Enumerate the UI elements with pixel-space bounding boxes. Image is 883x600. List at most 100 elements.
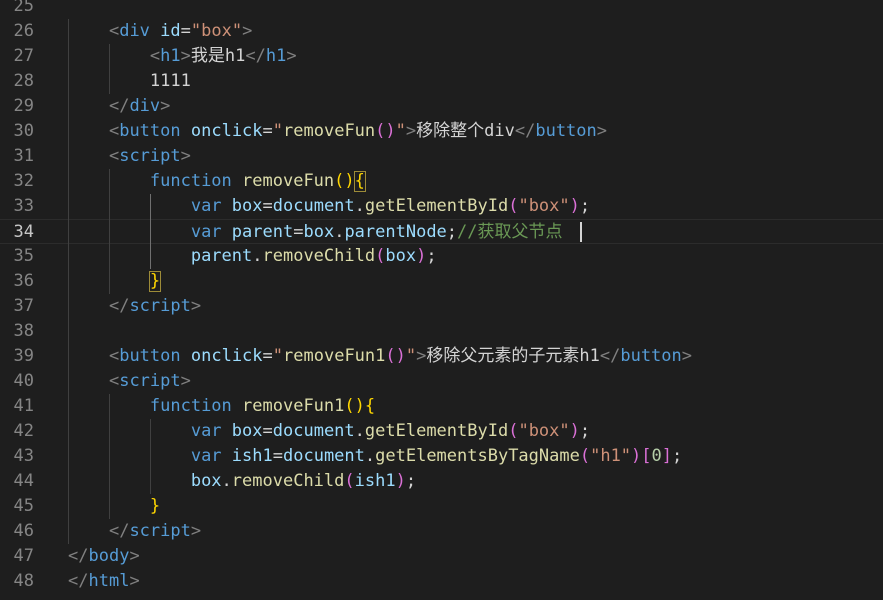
code-line[interactable]: 41 function removeFun1(){ bbox=[0, 394, 883, 419]
line-number: 35 bbox=[13, 246, 34, 266]
code-token: < bbox=[108, 21, 120, 41]
code-token: document bbox=[283, 446, 365, 466]
line-code: <button onclick="removeFun1()">移除父元素的子元素… bbox=[68, 344, 692, 369]
code-token: > bbox=[129, 546, 140, 566]
code-token: getElementsByTagName bbox=[375, 446, 580, 466]
line-code: function removeFun(){ bbox=[68, 169, 365, 194]
line-number: 31 bbox=[13, 146, 34, 166]
code-token: ( bbox=[508, 196, 519, 216]
code-line[interactable]: 48 </html> bbox=[0, 569, 883, 594]
line-number: 34 bbox=[13, 222, 34, 242]
code-line[interactable]: 43 var ish1=document.getElementsByTagNam… bbox=[0, 444, 883, 469]
code-token: 移除整个div bbox=[416, 121, 515, 141]
code-token: ] bbox=[661, 446, 673, 466]
code-editor[interactable]: 25 26 <div id="box"> 27 <h1>我是h1</h1> 28 11… bbox=[0, 0, 883, 600]
line-number: 33 bbox=[13, 196, 34, 216]
code-token: parent bbox=[190, 246, 253, 266]
code-line[interactable]: 47 </body> bbox=[0, 544, 883, 569]
code-line[interactable]: 28 1111 bbox=[0, 69, 883, 94]
code-token: > bbox=[416, 346, 427, 366]
code-token: box bbox=[190, 471, 222, 491]
code-line[interactable]: 46 </script> bbox=[0, 519, 883, 544]
code-line[interactable]: 40 <script> bbox=[0, 369, 883, 394]
code-token: . bbox=[334, 222, 345, 242]
code-line[interactable]: 44 box.removeChild(ish1); bbox=[0, 469, 883, 494]
code-token: </ bbox=[68, 546, 89, 566]
bracket-match-highlight bbox=[353, 171, 366, 192]
code-token: document bbox=[272, 196, 355, 216]
code-line[interactable]: 39 <button onclick="removeFun1()">移除父元素的… bbox=[0, 344, 883, 369]
code-token: id bbox=[160, 21, 181, 41]
line-number: 47 bbox=[13, 546, 34, 566]
line-code: </script> bbox=[68, 519, 201, 544]
code-token: html bbox=[88, 571, 130, 591]
code-line[interactable]: 38 bbox=[0, 319, 883, 344]
code-line[interactable]: 33 var box=document.getElementById("box"… bbox=[0, 194, 883, 219]
code-token: > bbox=[180, 46, 191, 66]
line-code: box.removeChild(ish1); bbox=[68, 469, 416, 494]
code-token: ; bbox=[579, 196, 591, 216]
code-token: < bbox=[108, 146, 120, 166]
line-number: 40 bbox=[13, 371, 34, 391]
code-token: "box" bbox=[190, 21, 243, 41]
code-line[interactable]: 26 <div id="box"> bbox=[0, 19, 883, 44]
code-token: ( bbox=[508, 421, 519, 441]
code-line[interactable]: 45 } bbox=[0, 494, 883, 519]
code-line[interactable]: 42 var box=document.getElementById("box"… bbox=[0, 419, 883, 444]
line-code: function removeFun1(){ bbox=[68, 394, 375, 419]
line-code: <script> bbox=[68, 369, 191, 394]
code-line[interactable]: 29 </div> bbox=[0, 94, 883, 119]
code-token: > bbox=[180, 371, 191, 391]
code-token: } bbox=[149, 496, 161, 516]
code-token: < bbox=[108, 346, 120, 366]
line-code: var parent=box.parentNode;//获取父节点 bbox=[68, 220, 563, 245]
code-line[interactable]: 36 } bbox=[0, 269, 883, 294]
code-token: </ bbox=[108, 521, 130, 541]
code-token: removeFun1 bbox=[242, 396, 345, 416]
code-line[interactable]: 32 function removeFun(){ bbox=[0, 169, 883, 194]
line-number: 36 bbox=[13, 271, 34, 291]
code-token: button bbox=[535, 121, 597, 141]
code-token: function bbox=[149, 396, 232, 416]
line-code: var ish1=document.getElementsByTagName("… bbox=[68, 444, 682, 469]
code-line[interactable]: 31 <script> bbox=[0, 144, 883, 169]
line-code: } bbox=[68, 494, 160, 519]
code-line[interactable]: 37 </script> bbox=[0, 294, 883, 319]
code-token: . bbox=[354, 196, 365, 216]
code-token: script bbox=[119, 146, 181, 166]
code-token: > bbox=[160, 96, 171, 116]
code-token: " bbox=[395, 121, 406, 141]
code-token: ) bbox=[631, 446, 642, 466]
line-code: var box=document.getElementById("box"); bbox=[68, 419, 590, 444]
code-token: parent bbox=[231, 222, 294, 242]
code-line[interactable]: 25 bbox=[0, 0, 883, 19]
code-line[interactable]: 35 parent.removeChild(box); bbox=[0, 244, 883, 269]
indent-guide bbox=[108, 169, 110, 294]
code-line[interactable]: 27 <h1>我是h1</h1> bbox=[0, 44, 883, 69]
code-token: </ bbox=[514, 121, 536, 141]
code-token: = bbox=[293, 222, 304, 242]
code-token: = bbox=[262, 421, 273, 441]
code-token: button bbox=[119, 121, 181, 141]
line-number: 45 bbox=[13, 496, 34, 516]
code-token: . bbox=[364, 446, 376, 466]
code-line[interactable]: 34 var parent=box.parentNode;//获取父节点 bbox=[0, 219, 883, 244]
code-token: ; bbox=[405, 471, 417, 491]
code-token: ) bbox=[569, 421, 580, 441]
code-token: var bbox=[190, 446, 222, 466]
code-token: 0 bbox=[651, 446, 662, 466]
code-token: < bbox=[108, 121, 120, 141]
code-line[interactable]: 30 <button onclick="removeFun()">移除整个div… bbox=[0, 119, 883, 144]
code-token: var bbox=[190, 222, 222, 242]
line-number: 29 bbox=[13, 96, 34, 116]
code-token: script bbox=[129, 521, 191, 541]
code-token: script bbox=[119, 371, 181, 391]
code-token: () bbox=[334, 171, 355, 191]
